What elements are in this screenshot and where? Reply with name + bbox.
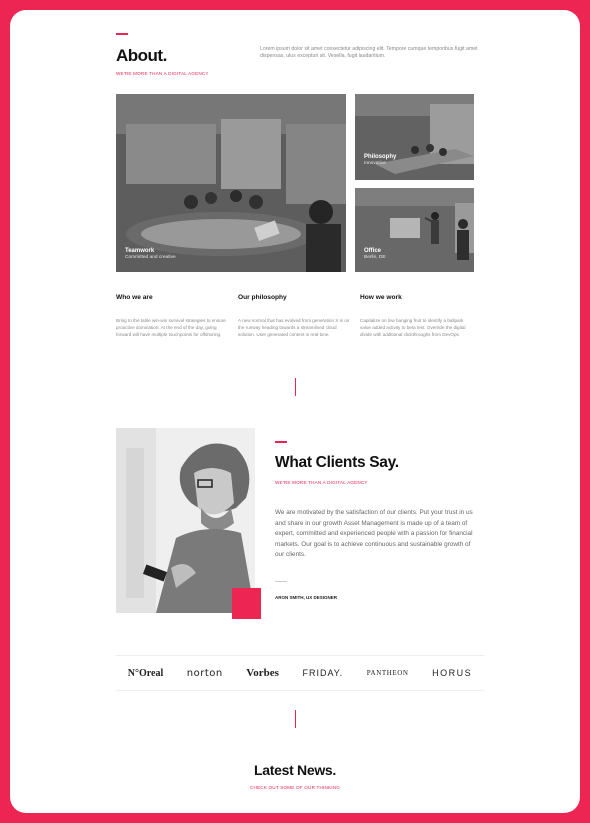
client-logos: N°Oreal norton Vorbes FRIDAY. PANTHEON H…	[116, 655, 484, 691]
portrait-accent-block	[232, 588, 261, 619]
photo-philosophy[interactable]: Philosophy Innovative	[355, 94, 474, 180]
teamwork-image	[116, 94, 346, 272]
clients-text: We are motivated by the satisfaction of …	[275, 509, 473, 559]
philosophy-subtitle: Innovative	[364, 161, 386, 166]
clients-title: What Clients Say.	[275, 454, 399, 471]
column-how-we-work: How we work Capitalize on low hanging fr…	[360, 294, 472, 338]
office-title: Office	[364, 248, 382, 254]
about-title: About.	[116, 46, 167, 65]
about-subtitle: WE'RE MORE THAN A DIGITAL AGENCY	[116, 71, 209, 76]
teamwork-subtitle: Committed and creative	[125, 255, 176, 260]
news-title: Latest News.	[254, 762, 336, 778]
logo-pantheon[interactable]: PANTHEON	[367, 669, 409, 677]
client-portrait	[116, 428, 255, 613]
column-text: Bring to the table win-win survival stra…	[116, 318, 226, 337]
office-subtitle: Berlin, DE	[364, 255, 386, 260]
section-divider	[295, 710, 296, 728]
teamwork-title: Teamwork	[125, 248, 155, 254]
page: About. WE'RE MORE THAN A DIGITAL AGENCY …	[10, 10, 580, 813]
about-accent-line	[116, 33, 128, 35]
news-subtitle: CHECK OUT SOME OF OUR THINKING	[249, 785, 341, 790]
philosophy-image	[355, 94, 474, 180]
photo-teamwork[interactable]: Teamwork Committed and creative	[116, 94, 346, 272]
logo-horus[interactable]: HORUS	[432, 668, 472, 678]
column-who-we-are: Who we are Bring to the table win-win su…	[116, 294, 228, 338]
testimonial-author: ARON SMITH, UX DESIGNER	[275, 595, 338, 600]
column-text: A new normal that has evolved from gener…	[238, 318, 350, 337]
philosophy-title: Philosophy	[364, 154, 397, 160]
clients-accent-line	[275, 441, 287, 443]
logo-norton[interactable]: norton	[187, 668, 223, 679]
about-intro: Lorem ipsum dolor sit amet consectetur a…	[260, 46, 478, 59]
clients-subtitle: WE'RE MORE THAN A DIGITAL AGENCY	[275, 480, 368, 485]
section-divider	[295, 378, 296, 396]
philosophy-caption: Philosophy Innovative	[364, 154, 396, 166]
author-divider	[275, 581, 287, 582]
column-our-philosophy: Our philosophy A new normal that has evo…	[238, 294, 350, 338]
logo-noreal[interactable]: N°Oreal	[128, 668, 163, 679]
column-heading: How we work	[360, 294, 402, 301]
photo-office[interactable]: Office Berlin, DE	[355, 188, 474, 272]
column-heading: Who we are	[116, 294, 153, 301]
office-caption: Office Berlin, DE	[364, 248, 386, 260]
logo-friday[interactable]: FRIDAY.	[302, 668, 343, 678]
client-portrait-image	[116, 428, 255, 613]
column-text: Capitalize on low hanging fruit to ident…	[360, 318, 466, 337]
column-heading: Our philosophy	[238, 294, 287, 301]
logo-vorbes[interactable]: Vorbes	[246, 667, 279, 679]
teamwork-caption: Teamwork Committed and creative	[125, 248, 176, 260]
